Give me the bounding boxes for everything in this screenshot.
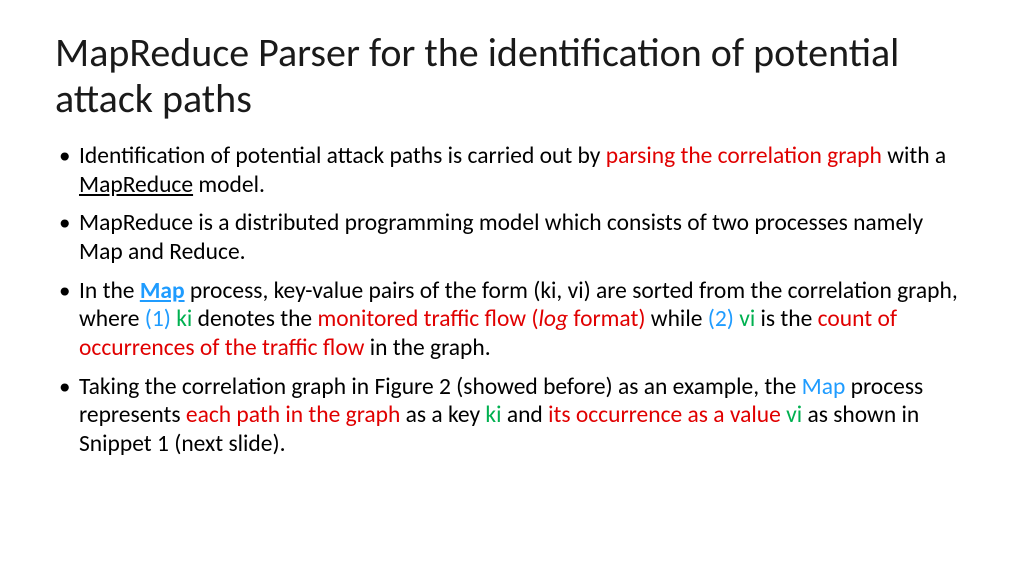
map-keyword: Map bbox=[802, 373, 846, 401]
text-segment: as a key bbox=[400, 401, 485, 429]
highlighted-italic: log bbox=[539, 305, 569, 333]
slide-title: MapReduce Parser for the identification … bbox=[55, 30, 969, 122]
bullet-item: In the Map process, key-value pairs of t… bbox=[55, 277, 969, 363]
text-segment: and bbox=[502, 401, 549, 429]
highlighted-text: its occurrence as a value bbox=[548, 401, 786, 429]
variable-ki: ki bbox=[485, 401, 501, 429]
text-segment: denotes the bbox=[192, 305, 317, 333]
map-keyword: Map bbox=[140, 277, 185, 305]
underlined-text: MapReduce bbox=[79, 171, 193, 199]
highlighted-text: monitored traffic flow ( bbox=[317, 305, 538, 333]
text-segment: while bbox=[645, 305, 707, 333]
text-segment: MapReduce is a distributed programming m… bbox=[79, 209, 923, 266]
highlighted-text: parsing the correlation graph bbox=[606, 142, 882, 170]
variable-vi: vi bbox=[739, 305, 755, 333]
variable-vi: vi bbox=[786, 401, 802, 429]
bullet-list: Identification of potential attack paths… bbox=[55, 142, 969, 459]
text-segment: with a bbox=[882, 142, 946, 170]
text-segment: is the bbox=[755, 305, 817, 333]
text-segment: Identification of potential attack paths… bbox=[79, 142, 606, 170]
text-segment: In the bbox=[79, 277, 140, 305]
text-segment: Taking the correlation graph in Figure 2… bbox=[79, 373, 802, 401]
bullet-item: Identification of potential attack paths… bbox=[55, 142, 969, 199]
numbered-ref: (2) bbox=[708, 305, 739, 333]
text-segment: in the graph. bbox=[364, 334, 490, 362]
bullet-item: MapReduce is a distributed programming m… bbox=[55, 209, 969, 266]
text-segment: model. bbox=[193, 171, 265, 199]
numbered-ref: (1) bbox=[145, 305, 176, 333]
highlighted-text: format) bbox=[568, 305, 645, 333]
bullet-item: Taking the correlation graph in Figure 2… bbox=[55, 373, 969, 459]
variable-ki: ki bbox=[176, 305, 192, 333]
highlighted-text: each path in the graph bbox=[186, 401, 400, 429]
